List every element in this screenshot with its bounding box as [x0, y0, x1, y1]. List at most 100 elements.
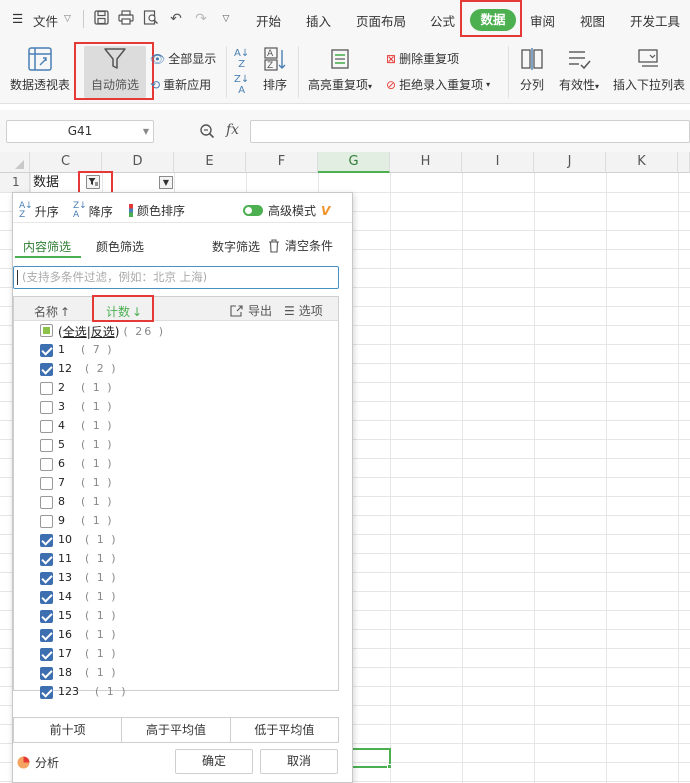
item-checkbox[interactable] — [40, 477, 53, 490]
fill-handle[interactable] — [387, 764, 392, 769]
select-all-checkbox[interactable] — [40, 324, 53, 337]
save-icon[interactable] — [92, 10, 110, 28]
column-header-e[interactable]: E — [174, 152, 246, 173]
item-checkbox[interactable] — [40, 382, 53, 395]
column-header-f[interactable]: F — [246, 152, 318, 173]
function-icon[interactable]: fx — [226, 122, 239, 138]
menu-file[interactable]: 文件 — [33, 11, 58, 30]
row-header-1[interactable]: 1 — [0, 173, 30, 192]
item-checkbox[interactable] — [40, 496, 53, 509]
column-header-next[interactable] — [678, 152, 690, 173]
column-header-i[interactable]: I — [462, 152, 534, 173]
validity-button[interactable]: 有效性▾ — [554, 46, 604, 93]
tab-content-filter[interactable]: 内容筛选 — [23, 238, 71, 255]
zoom-search-icon[interactable] — [199, 123, 215, 143]
name-box[interactable]: G41 ▼ — [6, 120, 154, 143]
undo-icon[interactable]: ↶ — [167, 10, 185, 28]
item-checkbox[interactable] — [40, 534, 53, 547]
tab-insert[interactable]: 插入 — [306, 11, 331, 30]
item-count: ( 1 ) — [81, 381, 114, 394]
column-header-d[interactable]: D — [102, 152, 174, 173]
column-header-c[interactable]: C — [30, 152, 102, 173]
item-checkbox[interactable] — [40, 401, 53, 414]
sort-desc-small-icon[interactable]: Z↓ A — [234, 74, 249, 96]
filter-search-input[interactable]: (支持多条件过滤，例如：北京 上海) — [13, 266, 339, 289]
below-average-button[interactable]: 低于平均值 — [231, 718, 338, 742]
column-header-h[interactable]: H — [390, 152, 462, 173]
tab-home[interactable]: 开始 — [256, 11, 281, 30]
invert-selection-link[interactable]: 反选 — [91, 323, 115, 340]
analysis-button[interactable]: 分析 — [17, 754, 59, 771]
item-checkbox[interactable] — [40, 553, 53, 566]
sort-asc-icon: A↓ Z — [19, 201, 33, 220]
export-button[interactable]: 导出 — [230, 302, 272, 319]
reject-duplicates-button[interactable]: ⊘ 拒绝录入重复项 ▾ — [386, 76, 490, 93]
column-header-k[interactable]: K — [606, 152, 678, 173]
item-checkbox[interactable] — [40, 648, 53, 661]
item-checkbox[interactable] — [40, 667, 53, 680]
sort-asc-small-icon[interactable]: A↓ Z — [234, 48, 249, 70]
tab-view[interactable]: 视图 — [580, 11, 605, 30]
remove-duplicates-button[interactable]: ⊠ 删除重复项 — [386, 50, 459, 67]
column-header-j[interactable]: J — [534, 152, 606, 173]
item-checkbox[interactable] — [40, 591, 53, 604]
number-filter-button[interactable]: 数字筛选 — [212, 238, 260, 255]
item-checkbox[interactable] — [40, 686, 53, 699]
column-header-g[interactable]: G — [318, 152, 390, 173]
export-label: 导出 — [248, 304, 273, 318]
ok-button[interactable]: 确定 — [175, 749, 253, 774]
formula-input[interactable] — [250, 120, 690, 143]
print-icon[interactable] — [117, 10, 135, 28]
tab-developer[interactable]: 开发工具 — [630, 11, 680, 30]
autofilter-button[interactable]: 自动筛选 — [84, 46, 146, 98]
analysis-label: 分析 — [35, 756, 60, 770]
sort-button[interactable]: AZ 排序 — [258, 46, 292, 93]
tab-review[interactable]: 审阅 — [530, 11, 555, 30]
item-count: ( 1 ) — [81, 400, 114, 413]
above-average-button[interactable]: 高于平均值 — [122, 718, 231, 742]
cell-c1[interactable]: 数据 — [33, 174, 59, 192]
item-checkbox[interactable] — [40, 458, 53, 471]
select-all-corner[interactable] — [0, 152, 30, 173]
item-checkbox[interactable] — [40, 420, 53, 433]
options-button[interactable]: ☰ 选项 — [284, 302, 323, 319]
reapply-button[interactable]: ⟲ 重新应用 — [150, 76, 211, 93]
tab-formulas[interactable]: 公式 — [430, 11, 455, 30]
sort-by-count-button[interactable]: 计数 ↓ — [106, 303, 142, 320]
item-checkbox[interactable] — [40, 439, 53, 452]
show-all-button[interactable]: 👁 全部显示 — [150, 50, 216, 67]
highlight-duplicates-button[interactable]: 高亮重复项▾ — [304, 46, 376, 93]
insert-dropdown-list-button[interactable]: 插入下拉列表 — [610, 46, 688, 93]
chevron-down-icon[interactable]: ▼ — [143, 121, 149, 142]
hamburger-icon[interactable]: ☰ — [12, 11, 23, 26]
item-checkbox[interactable] — [40, 629, 53, 642]
clear-conditions-button[interactable]: 清空条件 — [268, 237, 333, 254]
sort-ascending-button[interactable]: A↓ Z 升序 — [19, 202, 59, 220]
cancel-button[interactable]: 取消 — [260, 749, 338, 774]
sort-descending-button[interactable]: Z↓ A 降序 — [73, 202, 113, 220]
item-checkbox[interactable] — [40, 572, 53, 585]
item-checkbox[interactable] — [40, 610, 53, 623]
top10-button[interactable]: 前十项 — [14, 718, 123, 742]
item-checkbox[interactable] — [40, 515, 53, 528]
filter-values-list[interactable]: 名称 ↑ 计数 ↓ 导出 ☰ 选项 ( 全选 | 反选) (26) 1 (… — [13, 295, 339, 699]
item-label: 13 — [58, 571, 72, 584]
redo-icon[interactable]: ↷ — [192, 10, 210, 28]
toggle-switch[interactable] — [243, 205, 263, 216]
print-preview-icon[interactable] — [142, 10, 160, 28]
split-column-button[interactable]: 分列 — [516, 46, 548, 93]
color-sort-button[interactable]: 颜色排序 — [129, 202, 185, 219]
active-filter-dropdown-icon[interactable] — [86, 175, 100, 189]
item-checkbox[interactable] — [40, 363, 53, 376]
tab-data[interactable]: 数据 — [470, 9, 516, 31]
select-all-link[interactable]: 全选 — [63, 323, 87, 340]
chevron-down-icon[interactable]: ▽ — [64, 14, 71, 24]
customize-toolbar-icon[interactable]: ▽ — [217, 10, 235, 28]
sort-by-name-button[interactable]: 名称 ↑ — [34, 303, 70, 320]
filter-dropdown-icon-d[interactable]: ▼ — [159, 176, 173, 189]
tab-page-layout[interactable]: 页面布局 — [356, 11, 406, 30]
item-checkbox[interactable] — [40, 344, 53, 357]
tab-color-filter[interactable]: 颜色筛选 — [96, 238, 144, 255]
advanced-mode-toggle[interactable]: 高级模式 V — [243, 202, 330, 219]
pivot-table-button[interactable]: 数据透视表 — [6, 46, 74, 93]
